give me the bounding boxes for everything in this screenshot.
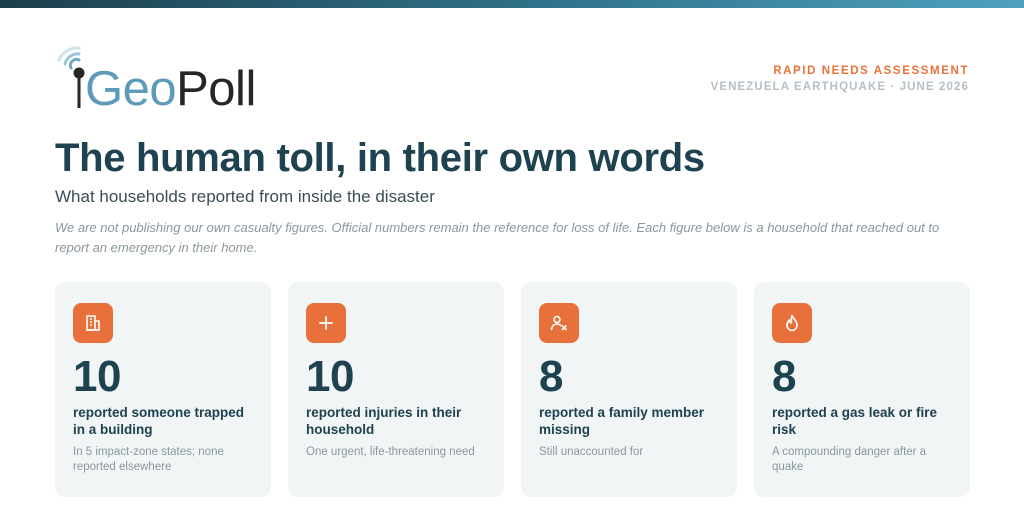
building-icon bbox=[73, 303, 113, 343]
stat-description: A compounding danger after a quake bbox=[772, 446, 927, 473]
stat-label: reported injuries in their household bbox=[306, 405, 462, 437]
page-subtitle: What households reported from inside the… bbox=[55, 187, 435, 206]
person-x-icon bbox=[539, 303, 579, 343]
geopoll-logo: GeoPoll bbox=[55, 46, 285, 114]
stat-label: reported a family member missing bbox=[539, 405, 705, 437]
stat-card-missing: 8 reported a family member missing Still… bbox=[521, 282, 737, 497]
stat-card-trapped: 10 reported someone trapped in a buildin… bbox=[55, 282, 271, 497]
logo-poll-text: Poll bbox=[176, 62, 256, 116]
stat-value: 10 bbox=[306, 352, 354, 401]
stat-description: Still unaccounted for bbox=[539, 446, 644, 458]
event-label: VENEZUELA EARTHQUAKE · JUNE 2026 bbox=[710, 81, 969, 93]
stat-value: 8 bbox=[539, 352, 563, 401]
plus-icon bbox=[306, 303, 346, 343]
stat-value: 10 bbox=[73, 352, 121, 401]
stat-card-injuries: 10 reported injuries in their household … bbox=[288, 282, 504, 497]
stat-card-gas-leak: 8 reported a gas leak or fire risk A com… bbox=[754, 282, 970, 497]
flame-icon bbox=[772, 303, 812, 343]
stat-label: reported a gas leak or fire risk bbox=[772, 405, 938, 437]
report-kicker: RAPID NEEDS ASSESSMENT bbox=[773, 65, 969, 77]
logo-geo-text: Geo bbox=[85, 62, 177, 116]
stat-description: One urgent, life-threatening need bbox=[306, 446, 475, 458]
stat-label: reported someone trapped in a building bbox=[73, 405, 245, 437]
methodology-note: We are not publishing our own casualty f… bbox=[55, 220, 940, 255]
top-accent-bar bbox=[0, 0, 1024, 8]
stat-value: 8 bbox=[772, 352, 796, 401]
page-title: The human toll, in their own words bbox=[55, 136, 705, 180]
stat-description: In 5 impact-zone states; none reported e… bbox=[73, 446, 224, 473]
